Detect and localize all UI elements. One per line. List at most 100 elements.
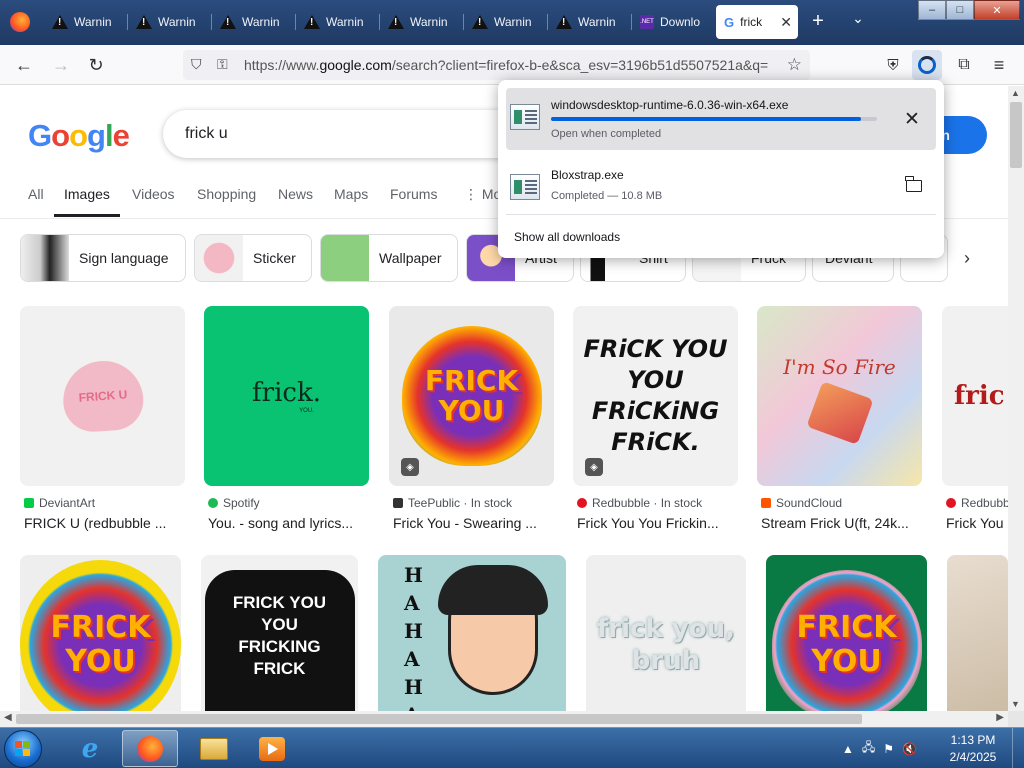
show-desktop-button[interactable] bbox=[1012, 728, 1024, 768]
tab-videos[interactable]: Videos bbox=[132, 186, 175, 202]
chip-label: Sign language bbox=[79, 250, 169, 266]
tab-maps[interactable]: Maps bbox=[334, 186, 368, 202]
product-tag-icon: ◈ bbox=[585, 458, 603, 476]
volume-muted-icon[interactable]: 🔇 bbox=[902, 742, 917, 756]
chip-sticker[interactable]: Sticker bbox=[194, 234, 312, 282]
result-image: FRICK U bbox=[20, 306, 185, 486]
firefox-icon bbox=[137, 735, 163, 762]
result-title[interactable]: FRICK U (redbubble ... bbox=[24, 515, 184, 531]
source-label: DeviantArt bbox=[39, 496, 96, 510]
folder-icon[interactable] bbox=[905, 176, 922, 192]
result-title[interactable]: Frick You - Swearing ... bbox=[393, 515, 553, 531]
tab-warning-7[interactable]: Warnin bbox=[548, 5, 628, 39]
result-source[interactable]: SoundCloud bbox=[761, 496, 842, 510]
window-maximize-button[interactable]: □ bbox=[946, 0, 974, 20]
tab-warning-3[interactable]: Warnin bbox=[212, 5, 292, 39]
forward-icon[interactable]: → bbox=[50, 54, 72, 76]
tab-all[interactable]: All bbox=[28, 186, 44, 202]
bookmark-star-icon[interactable]: ☆ bbox=[787, 55, 802, 75]
windows-taskbar: e ▲ 🖧 ⚑ 🔇 1:13 PM 2/4/2025 bbox=[0, 727, 1024, 768]
result-title[interactable]: Frick You You Frickin... bbox=[577, 515, 737, 531]
new-tab-button[interactable]: + bbox=[806, 10, 830, 33]
source-label: Redbubble · In stock bbox=[592, 496, 703, 510]
chip-thumbnail bbox=[321, 235, 369, 281]
list-all-tabs-button[interactable]: ⌄ bbox=[846, 10, 870, 27]
tab-warning-2[interactable]: Warnin bbox=[128, 5, 208, 39]
taskbar-internet-explorer[interactable]: e bbox=[62, 730, 118, 767]
horizontal-scroll-thumb[interactable] bbox=[16, 714, 862, 724]
download-item-runtime[interactable]: windowsdesktop-runtime-6.0.36-win-x64.ex… bbox=[506, 88, 936, 150]
media-player-icon bbox=[259, 736, 285, 761]
tab-forums[interactable]: Forums bbox=[390, 186, 437, 202]
horizontal-scrollbar[interactable]: ◀ ▶ bbox=[0, 711, 1008, 727]
scroll-up-arrow-icon[interactable]: ▲ bbox=[1011, 88, 1020, 98]
taskbar-firefox[interactable] bbox=[122, 730, 178, 767]
pocket-icon[interactable]: ⛨ bbox=[882, 54, 904, 76]
back-icon[interactable]: ← bbox=[13, 54, 35, 76]
tab-shopping[interactable]: Shopping bbox=[197, 186, 256, 202]
site-permissions-icon[interactable]: ⚿ bbox=[217, 56, 228, 73]
scroll-down-arrow-icon[interactable]: ▼ bbox=[1011, 699, 1020, 709]
tab-warning-4[interactable]: Warnin bbox=[296, 5, 376, 39]
tab-warning-6[interactable]: Warnin bbox=[464, 5, 544, 39]
google-logo[interactable]: Google bbox=[28, 118, 130, 154]
downloads-button[interactable] bbox=[912, 50, 942, 80]
window-minimize-button[interactable]: – bbox=[918, 0, 946, 20]
result-source[interactable]: TeePublic · In stock bbox=[393, 496, 512, 510]
extensions-icon[interactable]: ⧉ bbox=[953, 54, 975, 76]
action-center-flag-icon[interactable]: ⚑ bbox=[883, 742, 894, 756]
download-file-name: windowsdesktop-runtime-6.0.36-win-x64.ex… bbox=[551, 98, 789, 112]
result-source[interactable]: Spotify bbox=[208, 496, 260, 510]
tshirt-text: FRICK YOU YOU FRICKING FRICK bbox=[204, 570, 355, 711]
result-source[interactable]: Redbubble bbox=[946, 496, 1008, 510]
chip-wallpaper[interactable]: Wallpaper bbox=[320, 234, 458, 282]
cancel-download-icon[interactable]: ✕ bbox=[904, 108, 920, 131]
download-status: Open when completed bbox=[551, 128, 662, 140]
taskbar-clock[interactable]: 1:13 PM 2/4/2025 bbox=[940, 732, 1006, 766]
download-item-bloxstrap[interactable]: Bloxstrap.exe Completed — 10.8 MB bbox=[506, 158, 936, 220]
redbubble-icon bbox=[946, 498, 956, 508]
taskbar-file-explorer[interactable] bbox=[186, 730, 242, 767]
tab-warning-5[interactable]: Warnin bbox=[380, 5, 460, 39]
warning-icon bbox=[556, 15, 572, 29]
address-bar[interactable]: ⛉ ⚿ https://www.google.com/search?client… bbox=[183, 50, 810, 80]
result-source[interactable]: Redbubble · In stock bbox=[577, 496, 702, 510]
chips-next-arrow-icon[interactable]: › bbox=[964, 248, 970, 269]
reload-icon[interactable]: ↻ bbox=[85, 54, 107, 76]
start-button[interactable] bbox=[4, 730, 42, 768]
source-label: Redbubble bbox=[961, 496, 1008, 510]
google-icon: G bbox=[724, 14, 735, 30]
scroll-right-arrow-icon[interactable]: ▶ bbox=[996, 712, 1004, 723]
frick-you-art-text: FRICK YOU bbox=[50, 610, 151, 679]
tab-more[interactable]: ⋮ Mo bbox=[464, 186, 501, 203]
tab-warning-1[interactable]: Warnin bbox=[44, 5, 124, 39]
vertical-scrollbar[interactable]: ▲ ▼ bbox=[1008, 86, 1024, 711]
result-title[interactable]: You. - song and lyrics... bbox=[208, 515, 368, 531]
logo-letter: G bbox=[28, 118, 52, 153]
taskbar-media-player[interactable] bbox=[244, 730, 300, 767]
frick-art-text: fric bbox=[954, 381, 1005, 411]
url-text[interactable]: https://www.google.com/search?client=fir… bbox=[244, 57, 774, 73]
show-hidden-icons-chevron-icon[interactable]: ▲ bbox=[842, 742, 854, 756]
vertical-scroll-thumb[interactable] bbox=[1010, 102, 1022, 168]
window-close-button[interactable]: ✕ bbox=[974, 0, 1020, 20]
tab-download[interactable]: .NET Downlo bbox=[632, 5, 712, 39]
chip-sign-language[interactable]: Sign language bbox=[20, 234, 186, 282]
result-title[interactable]: Stream Frick U(ft, 24k... bbox=[761, 515, 921, 531]
warning-icon bbox=[52, 15, 68, 29]
show-all-downloads-link[interactable]: Show all downloads bbox=[514, 230, 620, 244]
source-label: SoundCloud bbox=[776, 496, 843, 510]
tab-close-icon[interactable]: ✕ bbox=[780, 14, 792, 31]
hamburger-menu-icon[interactable]: ≡ bbox=[988, 54, 1010, 76]
firefox-menu-icon[interactable] bbox=[10, 12, 30, 32]
tracking-protection-shield-icon[interactable]: ⛉ bbox=[191, 56, 202, 73]
cartoon-hair bbox=[438, 565, 548, 615]
result-title[interactable]: Frick You bbox=[946, 515, 1008, 531]
url-prefix: https://www. bbox=[244, 57, 320, 73]
tab-news[interactable]: News bbox=[278, 186, 313, 202]
tab-images[interactable]: Images bbox=[64, 186, 110, 202]
network-icon[interactable]: 🖧 bbox=[862, 738, 875, 759]
scroll-left-arrow-icon[interactable]: ◀ bbox=[4, 712, 12, 723]
tab-google-search[interactable]: Gfrick ✕ bbox=[716, 5, 798, 39]
result-source[interactable]: DeviantArt bbox=[24, 496, 95, 510]
